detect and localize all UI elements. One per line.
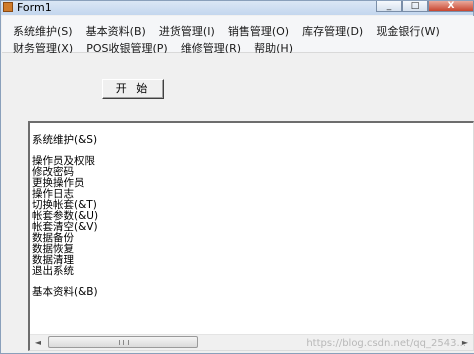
- grip-icon: [119, 340, 129, 345]
- list-item[interactable]: 系统维护(&S): [32, 135, 98, 146]
- title-bar[interactable]: Form1 _ □ X: [1, 1, 474, 15]
- menu-cash-bank[interactable]: 现金银行(W): [375, 24, 440, 39]
- start-button[interactable]: 开 始: [102, 79, 164, 99]
- window-title: Form1: [17, 1, 52, 14]
- menu-bar: 系统维护(S) 基本资料(B) 进货管理(I) 销售管理(O) 库存管理(D) …: [2, 16, 474, 55]
- scroll-left-arrow-icon[interactable]: ◄: [30, 335, 46, 350]
- main-window: Form1 _ □ X 系统维护(S) 基本资料(B) 进货管理(I) 销售管理…: [0, 0, 474, 354]
- minimize-button[interactable]: _: [376, 1, 402, 12]
- menu-listbox[interactable]: 系统维护(&S) 操作员及权限 修改密码 更换操作员 操作日志 切换帐套(&T)…: [28, 121, 474, 351]
- menu-row-2: 财务管理(X) POS收银管理(P) 维修管理(R) 帮助(H): [12, 37, 300, 55]
- maximize-button[interactable]: □: [402, 1, 428, 12]
- app-icon: [3, 2, 13, 12]
- list-item[interactable]: 基本资料(&B): [32, 287, 98, 298]
- list-item[interactable]: 退出系统: [32, 266, 98, 277]
- menu-inventory[interactable]: 库存管理(D): [301, 24, 364, 39]
- watermark: https://blog.csdn.net/qq_2543...: [306, 338, 466, 349]
- menu-row-1: 系统维护(S) 基本资料(B) 进货管理(I) 销售管理(O) 库存管理(D) …: [12, 20, 447, 39]
- list-items: 系统维护(&S) 操作员及权限 修改密码 更换操作员 操作日志 切换帐套(&T)…: [32, 135, 98, 298]
- client-area: 开 始 系统维护(&S) 操作员及权限 修改密码 更换操作员 操作日志 切换帐套…: [2, 53, 474, 353]
- scrollbar-thumb[interactable]: [48, 336, 198, 348]
- close-button[interactable]: X: [428, 1, 474, 12]
